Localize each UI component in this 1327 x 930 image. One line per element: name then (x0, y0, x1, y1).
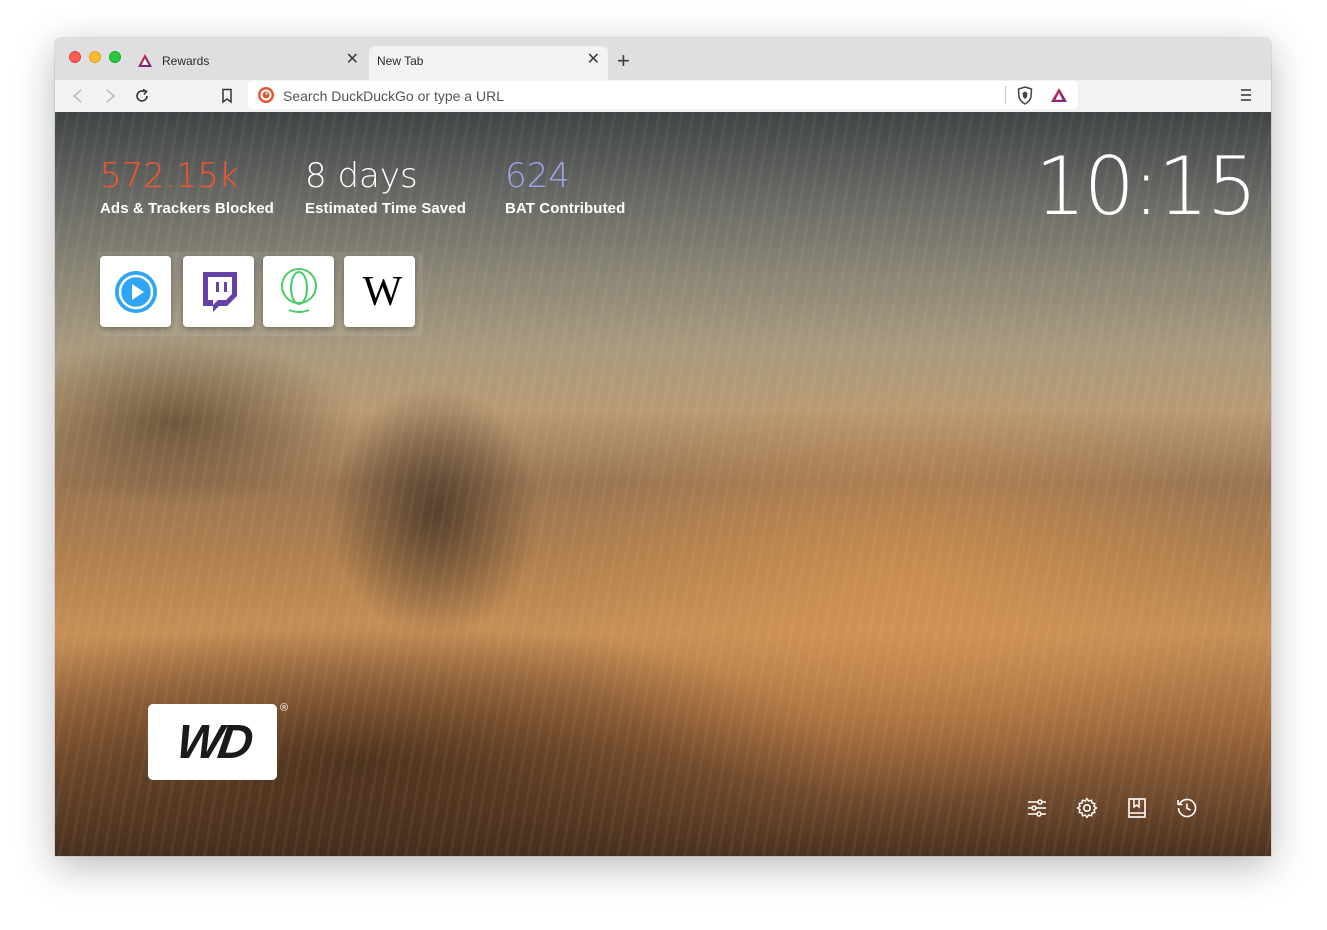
forward-arrow-icon (106, 89, 116, 103)
hamburger-menu-icon (1241, 89, 1251, 101)
clock: 10:15 (1035, 140, 1258, 233)
sponsor-logo[interactable]: WD (148, 704, 277, 780)
duckduckgo-icon (258, 87, 274, 103)
top-site-tile[interactable] (183, 256, 254, 327)
address-bar-placeholder: Search DuckDuckGo or type a URL (283, 88, 504, 104)
twitch-icon (202, 271, 237, 312)
minimize-window-button[interactable] (89, 51, 101, 63)
play-circle-icon (114, 270, 157, 313)
back-button[interactable] (67, 85, 89, 107)
close-tab-icon[interactable]: ✕ (346, 52, 359, 68)
divider (1005, 86, 1006, 104)
close-tab-icon[interactable]: ✕ (587, 52, 600, 68)
new-tab-button[interactable]: + (617, 50, 630, 72)
stat-time-saved: 8 days Estimated Time Saved (305, 156, 466, 217)
tab-rewards[interactable]: Rewards ✕ (131, 46, 367, 80)
uphold-icon (280, 267, 317, 313)
address-bar[interactable]: Search DuckDuckGo or type a URL (248, 81, 1078, 109)
back-arrow-icon (72, 89, 82, 103)
bookmark-button[interactable] (216, 85, 238, 107)
stat-label: Ads & Trackers Blocked (100, 200, 274, 217)
stat-value: 624 (505, 156, 570, 196)
stat-value: 8 days (305, 156, 418, 196)
toolbar: Search DuckDuckGo or type a URL (55, 80, 1271, 112)
bookmark-icon (222, 88, 232, 104)
stat-trackers-blocked: 572.15k Ads & Trackers Blocked (100, 156, 274, 217)
forward-button[interactable] (99, 85, 121, 107)
history-icon[interactable] (1175, 796, 1199, 820)
zoom-window-button[interactable] (109, 51, 121, 63)
stat-value: 572.15k (100, 156, 239, 196)
reload-button[interactable] (131, 85, 153, 107)
brave-rewards-icon[interactable] (1050, 87, 1068, 108)
top-site-tile[interactable] (100, 256, 171, 327)
brave-rewards-icon (137, 53, 153, 69)
browser-window: Rewards ✕ New Tab ✕ + Search DuckDuckGo … (55, 38, 1271, 856)
menu-button[interactable] (1239, 87, 1253, 108)
reload-icon (136, 88, 148, 102)
tab-new-tab[interactable]: New Tab ✕ (369, 46, 608, 80)
top-site-tile[interactable] (263, 256, 334, 327)
stat-bat-contributed: 624 BAT Contributed (505, 156, 625, 217)
tab-title: New Tab (377, 54, 424, 68)
tab-title: Rewards (162, 54, 210, 68)
stat-label: Estimated Time Saved (305, 200, 466, 217)
brave-shields-icon[interactable] (1016, 86, 1034, 110)
close-window-button[interactable] (69, 51, 81, 63)
new-tab-page: 572.15k Ads & Trackers Blocked 8 days Es… (55, 112, 1271, 856)
stat-label: BAT Contributed (505, 200, 626, 217)
wikipedia-icon: W (362, 268, 403, 315)
top-site-tile[interactable]: W (344, 256, 415, 327)
top-sites: W (97, 252, 423, 336)
settings-icon[interactable] (1075, 796, 1099, 820)
bookmarks-icon[interactable] (1125, 796, 1149, 820)
sponsor-logo-text: WD (172, 715, 253, 769)
customize-icon[interactable] (1025, 796, 1049, 820)
registered-mark: ® (280, 702, 289, 714)
tab-strip: Rewards ✕ New Tab ✕ + (55, 38, 1271, 80)
